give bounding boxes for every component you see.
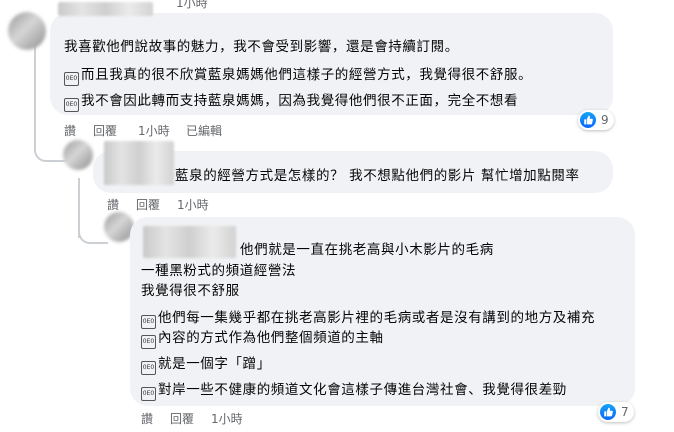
missing-glyph-icon: 0E0 [64,98,79,112]
like-link[interactable]: 讚 [107,196,119,213]
comment-text-line: 他們就是一直在挑老高與小木影片的毛病 [240,242,494,258]
like-link[interactable]: 讚 [141,410,153,427]
missing-glyph-icon: 0E0 [141,387,156,401]
reaction-count: 9 [601,113,609,127]
comment-text-line: 0E0 而且我真的很不欣賞藍泉媽媽他們這樣子的經營方式，我覺得很不舒服。 [64,66,532,86]
comment-text-line: 0E0 內容的方式作為他們整個頻道的主軸 [141,329,384,349]
missing-glyph-icon: 0E0 [141,361,156,375]
comment-text-line: 0E0 就是一個字「蹭」 [141,355,271,375]
reaction-summary[interactable]: 7 [598,402,634,422]
commenter-name-redacted[interactable] [58,2,153,16]
like-icon [580,112,596,128]
comment-text-line: 我覺得很不舒服 [141,283,240,299]
missing-glyph-icon: 0E0 [141,335,156,349]
reaction-summary[interactable]: 9 [578,110,614,130]
comment-text-line: 0E0 我不會因此轉而支持藍泉媽媽，因為我覺得他們很不正面，完全不想看 [64,92,518,112]
comment-text: 藍泉的經營方式是怎樣的？ 我不想點他們的影片 幫忙增加點閱率 [175,168,580,184]
reply-link[interactable]: 回覆 [136,196,160,213]
comment-top-timestamp: 1小時 [176,0,208,10]
missing-glyph-icon: 0E0 [141,315,156,329]
like-link[interactable]: 讚 [64,122,76,139]
like-icon [600,404,616,420]
edited-label: 已編輯 [186,124,223,138]
comment-actions: 讚 回覆 1小時 [141,410,261,426]
avatar[interactable] [8,12,46,50]
comment-text-line: 一種黑粉式的頻道經營法 [141,263,297,279]
commenter-name-redacted[interactable] [143,226,236,258]
reply-link[interactable]: 回覆 [170,410,194,427]
reaction-count: 7 [621,405,629,419]
thread-line [34,45,36,145]
thread-line [34,140,66,162]
reply-link[interactable]: 回覆 [93,122,117,139]
missing-glyph-icon: 0E0 [64,72,79,86]
timestamp[interactable]: 1小時 [211,410,243,427]
avatar[interactable] [63,140,93,170]
comment-text-line: 我喜歡他們說故事的魅力，我不會受到影響，還是會持續訂閱。 [64,39,459,55]
commenter-name-redacted[interactable] [104,141,174,185]
comment-actions: 讚 回覆 1小時 已編輯 [64,122,264,138]
timestamp[interactable]: 1小時 [177,196,209,213]
timestamp[interactable]: 1小時 [138,122,170,139]
comment-text-line: 0E0 對岸一些不健康的頻道文化會這樣子傳進台灣社會、我覺得很差勁 [141,381,567,401]
comment-text-line: 0E0 他們每一集幾乎都在挑老高影片裡的毛病或者是沒有講到的地方及補充 [141,309,595,329]
comment-actions: 讚 回覆 1小時 [107,196,227,212]
